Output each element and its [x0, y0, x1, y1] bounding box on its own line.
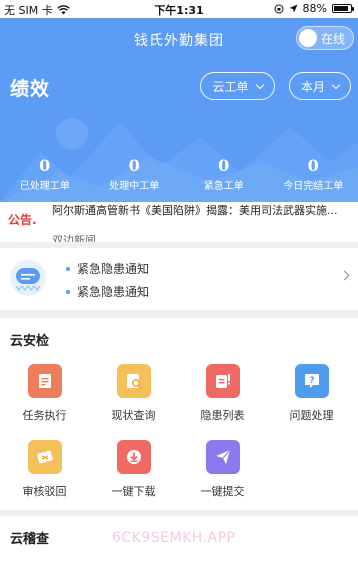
stat-urgent[interactable]: 0 紧急工单 — [179, 156, 269, 192]
download-icon — [116, 440, 151, 474]
hazard-list-button[interactable]: 隐患列表 — [178, 364, 267, 423]
battery-percent: 88% — [302, 2, 327, 15]
stat-label: 已处理工单 — [19, 181, 70, 192]
battery-fill — [334, 6, 349, 11]
section-heading: 云稽查 — [10, 532, 50, 547]
notice-item-label: 紧急隐患通知 — [77, 285, 150, 299]
bullet-icon — [66, 289, 70, 294]
online-toggle[interactable]: 在线 — [296, 26, 354, 50]
stat-label: 紧急工单 — [203, 181, 244, 192]
hazard-list-icon — [205, 364, 240, 398]
notice-item[interactable]: 紧急隐患通知 — [66, 283, 149, 300]
stat-value: 0 — [128, 156, 140, 175]
watermark-text: 6CK9SEMKH.APP — [112, 530, 236, 546]
grid-item-label: 任务执行 — [22, 409, 67, 422]
hazard-notice-card[interactable]: 紧急隐患通知 紧急隐患通知 — [0, 248, 358, 310]
grid-item-label: 一键下载 — [111, 485, 156, 498]
announcement-source: 双边新闻 — [52, 234, 96, 242]
problem-handling-button[interactable]: ? 问题处理 — [267, 364, 356, 423]
announcement-headline[interactable]: 阿尔斯通高管新书《美国陷阱》揭露：美用司法武器实施... — [52, 202, 352, 218]
one-click-submit-button[interactable]: 一键提交 — [178, 440, 267, 499]
work-order-type-dropdown[interactable]: 云工单 — [200, 72, 275, 100]
grid-item-label: 隐患列表 — [200, 409, 245, 422]
section-heading: 云安检 — [10, 334, 50, 349]
grid-item-label: 现状查询 — [111, 409, 156, 422]
announcement-bar[interactable]: 公告. 阿尔斯通高管新书《美国陷阱》揭露：美用司法武器实施... 双边新闻 — [0, 202, 358, 242]
stat-in-progress[interactable]: 0 处理中工单 — [90, 156, 180, 192]
chevron-down-icon — [331, 80, 341, 89]
task-execution-button[interactable]: 任务执行 — [0, 364, 89, 423]
cloud-inspection-section: 云安检 任务执行 现状查询 隐患列表 ? 问题处理 审核驳回 一键下载 一键提交 — [0, 318, 358, 510]
stat-value: 0 — [307, 156, 319, 175]
submit-icon — [205, 440, 240, 474]
toggle-label: 在线 — [321, 32, 346, 46]
one-click-download-button[interactable]: 一键下载 — [89, 440, 178, 499]
notice-item[interactable]: 紧急隐患通知 — [66, 260, 149, 277]
status-bar: 无 SIM 卡 下午1:31 88% — [0, 0, 358, 18]
stat-label: 处理中工单 — [109, 181, 160, 192]
performance-header: 钱氏外勤集团 在线 绩效 云工单 本月 0 已处理工单 0 处理中工单 0 紧急… — [0, 18, 358, 202]
rotation-lock-icon — [274, 4, 284, 13]
stat-completed-today[interactable]: 0 今日完结工单 — [269, 156, 358, 192]
notice-illustration-icon — [10, 260, 46, 296]
dropdown-label: 云工单 — [212, 79, 249, 94]
dropdown-label: 本月 — [300, 79, 325, 94]
toggle-knob — [299, 29, 317, 47]
battery-icon — [332, 4, 354, 13]
chevron-right-icon — [339, 270, 350, 281]
announcement-tag: 公告. — [8, 213, 37, 227]
stat-label: 今日完结工单 — [283, 181, 344, 192]
grid-item-label: 问题处理 — [289, 409, 334, 422]
status-query-button[interactable]: 现状查询 — [89, 364, 178, 423]
query-icon — [116, 364, 151, 398]
period-dropdown[interactable]: 本月 — [289, 72, 351, 100]
task-icon — [27, 364, 62, 398]
bullet-icon — [66, 266, 70, 271]
cloud-audit-section: 云稽查 6CK9SEMKH.APP — [0, 516, 358, 561]
stats-row: 0 已处理工单 0 处理中工单 0 紧急工单 0 今日完结工单 — [0, 156, 358, 192]
review-reject-button[interactable]: 审核驳回 — [0, 440, 89, 499]
stat-processed[interactable]: 0 已处理工单 — [0, 156, 90, 192]
reject-icon — [27, 440, 62, 474]
grid-item-label: 审核驳回 — [22, 485, 67, 498]
stat-value: 0 — [218, 156, 230, 175]
question-icon: ? — [294, 364, 329, 398]
location-icon — [289, 4, 298, 13]
chevron-down-icon — [255, 80, 264, 89]
grid-item-label: 一键提交 — [200, 485, 245, 498]
svg-text:?: ? — [309, 376, 314, 386]
notice-item-label: 紧急隐患通知 — [77, 262, 150, 276]
stat-value: 0 — [39, 156, 51, 175]
section-title: 绩效 — [10, 78, 51, 100]
